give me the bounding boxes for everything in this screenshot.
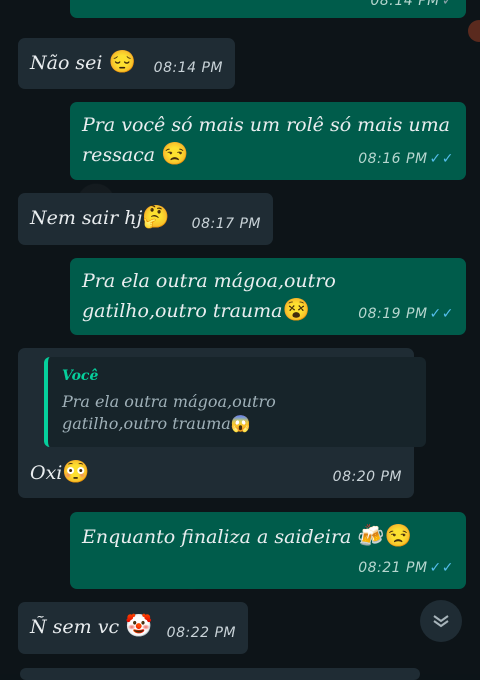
quoted-text-line2: gatilho,outro trauma [62,414,231,433]
quoted-author: Você [62,368,99,384]
message-text-line2: gatilho,outro trauma [82,300,283,322]
message-text: Oxi [30,462,63,484]
message-incoming[interactable]: Nem sair hj🤔 08:17 PM [18,193,273,245]
message-text: Não sei [30,52,103,74]
message-incoming-reply[interactable]: Você Pra ela outra mágoa,outro gatilho,o… [18,348,426,498]
flushed-emoji-icon: 😳 [62,460,90,485]
message-time: 08:14 PM [370,0,440,9]
message-outgoing[interactable]: Pra você só mais um rolê só mais uma res… [70,102,466,180]
read-ticks-icon: ✓✓ [429,306,454,322]
scroll-to-bottom-button[interactable] [420,600,462,642]
message-text: Nem sair hj [30,207,143,229]
scream-emoji-icon: 😱 [230,414,251,433]
message-time: 08:16 PM [358,151,428,167]
input-bar-edge [20,668,420,680]
quoted-text: Pra ela outra mágoa,outro [62,392,276,411]
unamused-emoji-icon: 😒 [384,524,413,549]
message-text: Enquanto finaliza a saideira [82,526,352,548]
clown-emoji-icon: 🤡 [125,614,153,639]
quoted-message[interactable]: Você Pra ela outra mágoa,outro gatilho,o… [44,357,426,447]
message-time: 08:19 PM [358,306,428,322]
beer-mugs-emoji-icon: 🍻 [357,524,385,549]
pensive-emoji-icon: 😔 [108,50,136,75]
message-text: Ñ sem vc [30,616,120,638]
read-ticks-icon: ✓✓ [429,560,454,576]
thinking-emoji-icon: 🤔 [142,205,170,230]
chevron-down-icon [433,615,449,628]
unamused-emoji-icon: 😒 [161,142,189,167]
message-time: 08:22 PM [166,625,236,641]
message-outgoing[interactable]: Enquanto finaliza a saideira 🍻😒 08:21 PM… [70,512,466,589]
message-text: Pra ela outra mágoa,outro [82,270,336,292]
message-outgoing[interactable]: abriria mais uma? 08:14 PM✓ [70,0,466,18]
message-text: abriria mais uma? [162,0,336,8]
message-incoming[interactable]: Ñ sem vc 🤡 08:22 PM [18,602,248,654]
read-ticks-icon: ✓✓ [429,151,454,167]
message-outgoing[interactable]: Pra ela outra mágoa,outro gatilho,outro … [70,258,466,335]
message-incoming[interactable]: Não sei 😔 08:14 PM [18,38,235,89]
message-time: 08:14 PM [153,60,223,76]
sent-ticks-icon: ✓ [441,0,454,9]
message-time: 08:20 PM [332,469,402,485]
dizzy-face-emoji-icon: 😵 [282,298,310,323]
message-text: Pra você só mais um rolê só mais uma [82,114,450,136]
message-text-line2: ressaca [82,144,156,166]
message-time: 08:17 PM [191,216,261,232]
message-time: 08:21 PM [358,560,428,576]
